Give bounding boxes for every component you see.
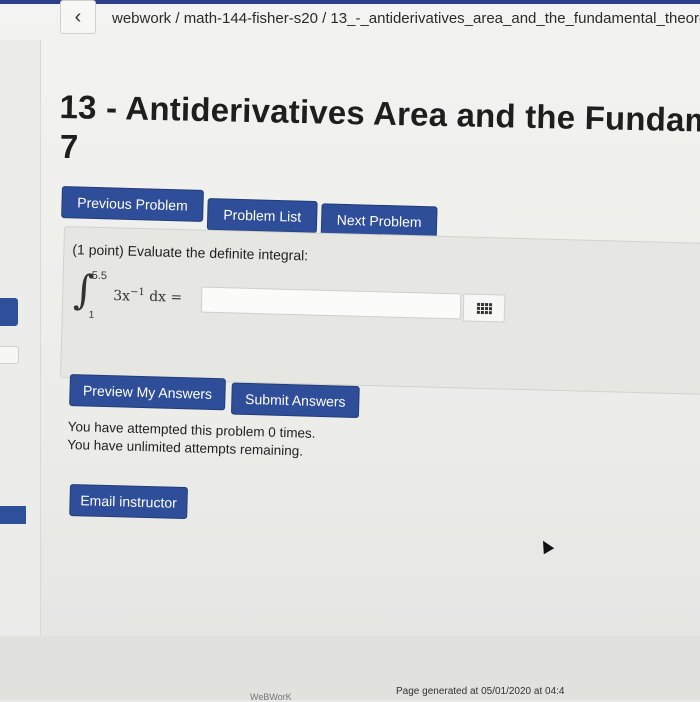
preview-answers-button[interactable]: Preview My Answers [69, 374, 226, 411]
back-button[interactable]: ‹ [60, 0, 96, 34]
page-root: ‹ webwork / math-144-fisher-s20 / 13_-_a… [0, 0, 700, 702]
problem-box: (1 point) Evaluate the definite integral… [60, 226, 700, 396]
problem-statement: (1 point) Evaluate the definite integral… [72, 241, 309, 264]
attempts-info: You have attempted this problem 0 times.… [67, 418, 316, 461]
integrand: 3x−1 dx = [112, 286, 183, 306]
sidebar-tab[interactable] [0, 346, 19, 364]
footer-copyright: WeBWorK [250, 692, 292, 702]
page-title: 13 - Antiderivatives Area and the Fundam… [59, 88, 700, 140]
differential: dx = [144, 288, 183, 306]
submit-answers-button[interactable]: Submit Answers [230, 382, 360, 419]
mouse-cursor-icon [537, 537, 555, 555]
sidebar-tab-blue[interactable] [0, 506, 26, 524]
answer-input[interactable] [200, 286, 462, 320]
integral-expression: ∫ 5.5 1 3x−1 dx = [68, 267, 529, 339]
integrand-base: 3x [112, 287, 131, 305]
email-instructor-button[interactable]: Email instructor [69, 484, 188, 520]
upper-limit: 5.5 [91, 269, 108, 283]
integrand-exponent: −1 [129, 286, 145, 299]
page-generated-text: Page generated at 05/01/2020 at 04:4 [396, 686, 565, 697]
lower-limit: 1 [88, 309, 95, 321]
keypad-icon [476, 302, 492, 314]
chevron-left-icon: ‹ [74, 5, 82, 28]
previous-problem-button[interactable]: Previous Problem [61, 186, 204, 222]
footer [0, 636, 700, 700]
problem-list-button[interactable]: Problem List [206, 198, 318, 234]
breadcrumb[interactable]: webwork / math-144-fisher-s20 / 13_-_ant… [112, 10, 700, 27]
sidebar-tab-active[interactable] [0, 298, 18, 326]
equation-editor-button[interactable] [462, 293, 506, 323]
sidebar [0, 40, 41, 636]
page-title-number: 7 [60, 128, 79, 165]
top-accent-bar [0, 0, 700, 4]
